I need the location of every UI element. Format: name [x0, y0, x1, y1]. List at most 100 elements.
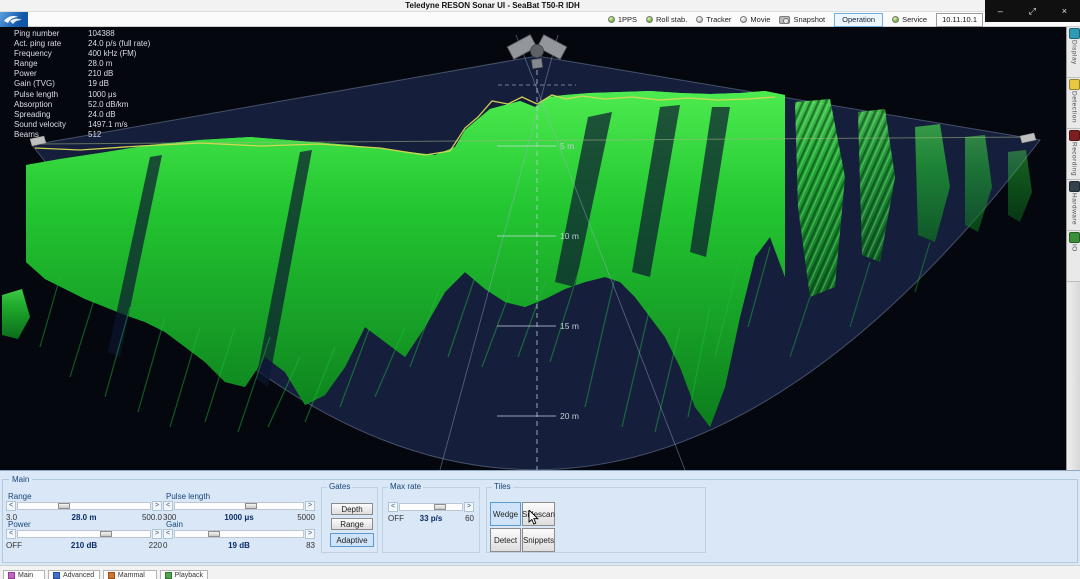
slider-thumb[interactable]: [245, 503, 257, 509]
slider-track[interactable]: [174, 502, 304, 510]
param-row: Absorption52.0 dB/km: [14, 100, 150, 110]
tiles-label: Tiles: [492, 482, 513, 491]
status-row: 1PPS Roll stab. Tracker Movie Snapshot O…: [608, 13, 983, 26]
range-label: Range: [6, 492, 34, 501]
slider-thumb[interactable]: [434, 504, 446, 510]
tiles-snippets-button[interactable]: Snippets: [522, 528, 555, 552]
pulse-length-label: Pulse length: [164, 492, 212, 501]
led-icon: [892, 16, 899, 23]
pulse-length-slider[interactable]: < >: [163, 501, 315, 511]
gain-label: Gain: [164, 520, 185, 529]
menu-bar: 1PPS Roll stab. Tracker Movie Snapshot O…: [0, 12, 1080, 27]
slider-left-arrow[interactable]: <: [388, 502, 398, 512]
bottom-tab-playback[interactable]: Playback: [160, 570, 208, 579]
bottom-tab-strip: Main Advanced Mammal p. Playback: [0, 565, 1080, 579]
main-tab-icon: [8, 572, 15, 579]
gain-slider[interactable]: < >: [163, 529, 315, 539]
param-row: Ping number104388: [14, 29, 150, 39]
camera-icon: [779, 16, 790, 24]
teledyne-logo-icon: [0, 12, 28, 27]
power-slider[interactable]: < >: [6, 529, 162, 539]
control-panel: Main Range < > 3.0 28.0 m 500.0 Power < …: [0, 470, 1080, 565]
right-sidebar: Display Detection Recording Hardware IO: [1066, 27, 1080, 470]
range-slider[interactable]: < >: [6, 501, 162, 511]
restore-button[interactable]: ⤢: [1029, 7, 1036, 16]
depth-label: 15 m: [560, 321, 579, 331]
sidebar-tab-hardware[interactable]: Hardware: [1067, 180, 1080, 231]
close-button[interactable]: ×: [1062, 7, 1067, 16]
slider-thumb[interactable]: [208, 531, 220, 537]
slider-track[interactable]: [174, 530, 304, 538]
slider-track[interactable]: [17, 530, 151, 538]
slider-thumb[interactable]: [58, 503, 70, 509]
param-row: Power210 dB: [14, 69, 150, 79]
param-row: Beams512: [14, 130, 150, 140]
sidebar-tab-detection[interactable]: Detection: [1067, 78, 1080, 129]
slider-left-arrow[interactable]: <: [6, 501, 16, 511]
gates-range-button[interactable]: Range: [331, 518, 373, 530]
slider-left-arrow[interactable]: <: [163, 501, 173, 511]
slider-right-arrow[interactable]: >: [305, 501, 315, 511]
bottom-tab-advanced[interactable]: Advanced: [48, 570, 100, 579]
gates-label: Gates: [327, 482, 352, 491]
sidebar-tab-display[interactable]: Display: [1067, 27, 1080, 78]
sonar-wedge-display[interactable]: 5 m 10 m 15 m 20 m: [0, 27, 1066, 470]
slider-track[interactable]: [399, 503, 463, 511]
io-icon: [1069, 232, 1080, 243]
gates-adaptive-button[interactable]: Adaptive: [330, 533, 374, 547]
depth-label: 10 m: [560, 231, 579, 241]
display-icon: [1069, 28, 1080, 39]
gates-depth-button[interactable]: Depth: [331, 503, 373, 515]
sonar-ip-address[interactable]: 10.11.10.1: [936, 13, 983, 27]
mouse-cursor: [528, 510, 540, 531]
window-controls: – ⤢ ×: [985, 0, 1080, 22]
pulse-length-values: 300 1000 μs 5000: [163, 513, 315, 522]
led-icon: [696, 16, 703, 23]
snapshot-button[interactable]: Snapshot: [779, 15, 825, 24]
status-1pps: 1PPS: [608, 15, 637, 24]
slider-track[interactable]: [17, 502, 151, 510]
advanced-tab-icon: [53, 572, 60, 579]
depth-label: 5 m: [560, 141, 574, 151]
param-row: Spreading24.0 dB: [14, 110, 150, 120]
slider-right-arrow[interactable]: >: [464, 502, 474, 512]
max-rate-slider[interactable]: < >: [388, 502, 474, 512]
tiles-detect-button[interactable]: Detect: [490, 528, 521, 552]
slider-right-arrow[interactable]: >: [152, 529, 162, 539]
param-row: Sound velocity1497.1 m/s: [14, 120, 150, 130]
sidebar-tab-recording[interactable]: Recording: [1067, 129, 1080, 180]
max-rate-values: OFF 33 p/s 60: [388, 514, 474, 523]
app-logo-icon: [0, 12, 28, 27]
led-icon: [646, 16, 653, 23]
bottom-tab-main[interactable]: Main: [3, 570, 45, 579]
slider-right-arrow[interactable]: >: [305, 529, 315, 539]
gain-values: 0 19 dB 83: [163, 541, 315, 550]
status-movie: Movie: [740, 15, 770, 24]
param-row: Pulse length1000 μs: [14, 90, 150, 100]
hardware-icon: [1069, 181, 1080, 192]
slider-left-arrow[interactable]: <: [163, 529, 173, 539]
led-icon: [608, 16, 615, 23]
param-row: Range28.0 m: [14, 59, 150, 69]
window-title: Teledyne RESON Sonar UI - SeaBat T50-R I…: [0, 1, 985, 10]
power-label: Power: [6, 520, 33, 529]
power-values: OFF 210 dB 220: [6, 541, 162, 550]
tiles-wedge-button[interactable]: Wedge: [490, 502, 521, 526]
sonar-display: 5 m 10 m 15 m 20 m Ping number104388 Act…: [0, 27, 1066, 470]
depth-label: 20 m: [560, 411, 579, 421]
status-roll-stab: Roll stab.: [646, 15, 687, 24]
slider-right-arrow[interactable]: >: [152, 501, 162, 511]
param-row: Gain (TVG)19 dB: [14, 79, 150, 89]
operation-button[interactable]: Operation: [834, 13, 883, 27]
param-row: Frequency400 kHz (FM): [14, 49, 150, 59]
status-service[interactable]: Service: [892, 15, 927, 24]
app-window: Teledyne RESON Sonar UI - SeaBat T50-R I…: [0, 0, 1080, 579]
minimize-button[interactable]: –: [998, 7, 1003, 16]
slider-left-arrow[interactable]: <: [6, 529, 16, 539]
detection-icon: [1069, 79, 1080, 90]
recording-icon: [1069, 130, 1080, 141]
bottom-tab-mammal[interactable]: Mammal p.: [103, 570, 157, 579]
playback-tab-icon: [165, 572, 172, 579]
sidebar-tab-io[interactable]: IO: [1067, 231, 1080, 282]
slider-thumb[interactable]: [100, 531, 112, 537]
